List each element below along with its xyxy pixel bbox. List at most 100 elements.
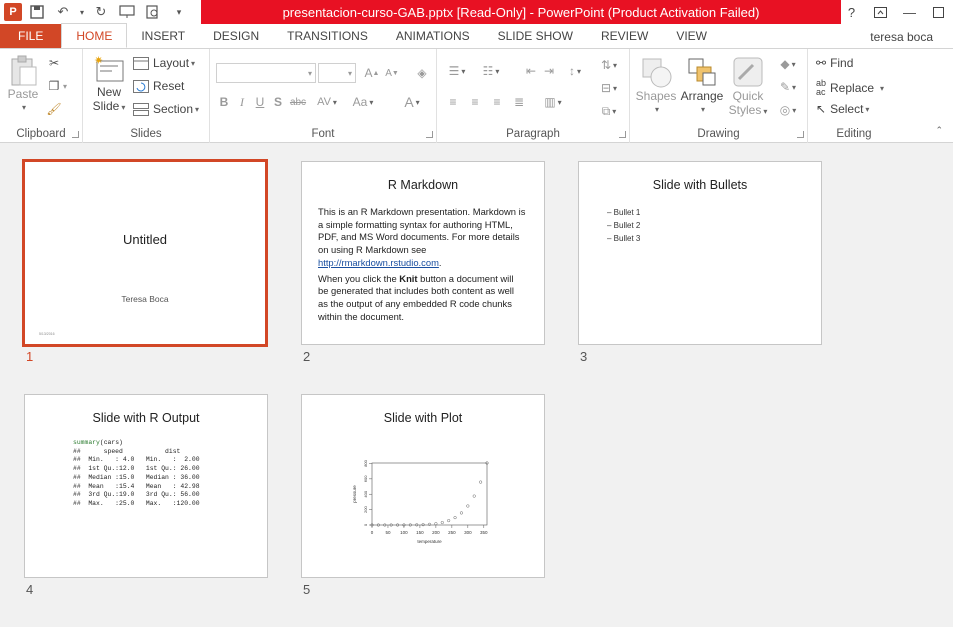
tab-transitions[interactable]: TRANSITIONS: [273, 24, 382, 48]
columns-icon[interactable]: ▥ ▾: [539, 93, 567, 111]
drawing-launcher-icon[interactable]: [797, 131, 804, 138]
quick-access-toolbar: P ↶ ▾ ↻ ▾: [4, 2, 190, 22]
collapse-ribbon-icon[interactable]: ⌃: [935, 125, 943, 136]
slide-paragraph-1: This is an R Markdown presentation. Mark…: [318, 206, 526, 268]
strikethrough-button[interactable]: abc: [286, 93, 310, 111]
numbering-icon[interactable]: ☷ ▾: [477, 62, 505, 80]
shapes-label: Shapes: [635, 89, 677, 103]
copy-dropdown-icon[interactable]: ▾: [60, 77, 70, 95]
undo-dropdown-icon[interactable]: ▾: [78, 2, 86, 22]
repeat-icon[interactable]: ↻: [90, 2, 112, 22]
find-button[interactable]: ⚯ Find: [816, 56, 853, 70]
font-color-button[interactable]: A ▾: [398, 93, 426, 111]
slide-body: This is an R Markdown presentation. Mark…: [318, 206, 526, 326]
select-button[interactable]: ↖ Select ▾: [816, 102, 869, 116]
bullets-icon[interactable]: ☰ ▾: [443, 62, 471, 80]
line-spacing-icon[interactable]: ↕ ▾: [561, 62, 589, 80]
bullet-item: – Bullet 3: [607, 234, 641, 243]
clipboard-launcher-icon[interactable]: [72, 131, 79, 138]
bold-button[interactable]: B: [214, 93, 234, 111]
replace-button[interactable]: ab ac Replace ▾: [816, 79, 884, 97]
code-line: ## 3rd Qu.:19.0 3rd Qu.: 56.00: [73, 491, 200, 499]
bullet-item: – Bullet 2: [607, 221, 641, 230]
tab-animations[interactable]: ANIMATIONS: [382, 24, 484, 48]
cut-icon[interactable]: ✂: [44, 54, 64, 72]
ribbon-display-options-icon[interactable]: [866, 0, 895, 24]
shape-effects-icon[interactable]: ◎ ▾: [774, 101, 802, 119]
layout-button[interactable]: Layout ▾: [133, 56, 195, 70]
tab-view[interactable]: VIEW: [662, 24, 721, 48]
data-point: [472, 494, 476, 498]
slide-subtitle: Teresa Boca: [121, 294, 169, 304]
quick-styles-button[interactable]: Quick Styles ▾: [728, 55, 768, 119]
slide-thumbnail-4[interactable]: Slide with R Output summary(cars) ## spee…: [24, 394, 268, 578]
tab-design[interactable]: DESIGN: [199, 24, 273, 48]
slides-group: ✷ New Slide ▾ Layout ▾ Reset Section ▾ Slid…: [83, 49, 210, 143]
slide-thumbnail-1[interactable]: Untitled Teresa Boca 5/13/2016: [22, 159, 268, 347]
grow-font-icon[interactable]: A ▲: [362, 64, 382, 82]
user-name[interactable]: teresa boca: [870, 30, 933, 44]
select-label: Select: [830, 102, 864, 116]
font-launcher-icon[interactable]: [426, 131, 433, 138]
help-icon[interactable]: ?: [837, 0, 866, 24]
data-point: [453, 516, 457, 520]
undo-icon[interactable]: ↶: [52, 2, 74, 22]
text-shadow-button[interactable]: S: [268, 93, 288, 111]
align-left-icon[interactable]: ≡: [443, 93, 463, 111]
underline-button[interactable]: U: [250, 93, 270, 111]
font-name-dropdown-icon[interactable]: ▾: [304, 64, 316, 82]
convert-smartart-icon[interactable]: ⧉ ▾: [595, 102, 623, 120]
reset-button[interactable]: Reset: [133, 79, 184, 93]
arrange-button[interactable]: Arrange ▾: [680, 55, 724, 117]
new-slide-button[interactable]: ✷ New Slide ▾: [91, 55, 127, 115]
print-preview-icon[interactable]: [142, 2, 164, 22]
save-icon[interactable]: [26, 2, 48, 22]
code-line: ## 1st Qu.:12.0 1st Qu.: 26.00: [73, 465, 200, 473]
character-spacing-button[interactable]: AV ▾: [312, 93, 342, 111]
minimize-icon[interactable]: —: [895, 0, 924, 24]
slide-title: Slide with R Output: [92, 411, 200, 425]
clear-formatting-icon[interactable]: ◈: [412, 64, 432, 82]
powerpoint-logo-icon[interactable]: P: [4, 3, 22, 21]
justify-icon[interactable]: ≣: [509, 93, 529, 111]
tab-review[interactable]: REVIEW: [587, 24, 662, 48]
paste-button[interactable]: Paste ▾: [6, 55, 40, 115]
change-case-button[interactable]: Aa ▾: [348, 93, 378, 111]
paragraph-launcher-icon[interactable]: [619, 131, 626, 138]
customize-toolbar-icon[interactable]: ▾: [168, 2, 190, 22]
font-name-input[interactable]: [216, 63, 316, 83]
maximize-icon[interactable]: [924, 0, 953, 24]
slide-thumbnail-5[interactable]: Slide with Plot 0 50 100 150 200 250 300 350 0 20…: [301, 394, 545, 578]
x-tick-label: 100: [400, 530, 408, 535]
rmarkdown-link[interactable]: http://rmarkdown.rstudio.com: [318, 257, 439, 268]
align-right-icon[interactable]: ≡: [487, 93, 507, 111]
find-label: Find: [830, 56, 854, 70]
format-painter-icon[interactable]: 🖌: [44, 100, 64, 118]
slides-label: Slides: [130, 128, 162, 140]
shapes-button[interactable]: Shapes ▾: [636, 55, 676, 117]
start-slideshow-icon[interactable]: [116, 2, 138, 22]
italic-button[interactable]: I: [232, 93, 252, 111]
slide-thumbnail-3[interactable]: Slide with Bullets – Bullet 1 – Bullet 2…: [578, 161, 822, 345]
font-size-dropdown-icon[interactable]: ▾: [344, 64, 356, 82]
data-point: [479, 480, 483, 484]
shape-outline-icon[interactable]: ✎ ▾: [774, 78, 802, 96]
slide-thumbnail-2[interactable]: R Markdown This is an R Markdown present…: [301, 161, 545, 345]
tab-slide-show[interactable]: SLIDE SHOW: [484, 24, 587, 48]
data-point: [434, 522, 438, 526]
tab-insert[interactable]: INSERT: [127, 24, 199, 48]
y-tick-label: 400: [363, 490, 368, 497]
align-center-icon[interactable]: ≡: [465, 93, 485, 111]
shrink-font-icon[interactable]: A ▼: [382, 64, 402, 82]
pressure-plot: 0 50 100 150 200 250 300 350 0 200 400 600 800 temper…: [352, 459, 489, 544]
tab-home[interactable]: HOME: [61, 23, 128, 48]
decrease-indent-icon[interactable]: ⇤: [521, 62, 541, 80]
section-button[interactable]: Section ▾: [133, 102, 199, 116]
new-slide-icon: ✷: [94, 55, 124, 82]
clipboard-group: Paste ▾ ✂ ❐ ▾ 🖌 Clipboard: [0, 49, 83, 143]
tab-file[interactable]: FILE: [0, 24, 62, 48]
text-direction-icon[interactable]: ⇅ ▾: [595, 56, 623, 74]
align-text-icon[interactable]: ⊟ ▾: [595, 79, 623, 97]
increase-indent-icon[interactable]: ⇥: [539, 62, 559, 80]
shape-fill-icon[interactable]: ◆ ▾: [774, 55, 802, 73]
